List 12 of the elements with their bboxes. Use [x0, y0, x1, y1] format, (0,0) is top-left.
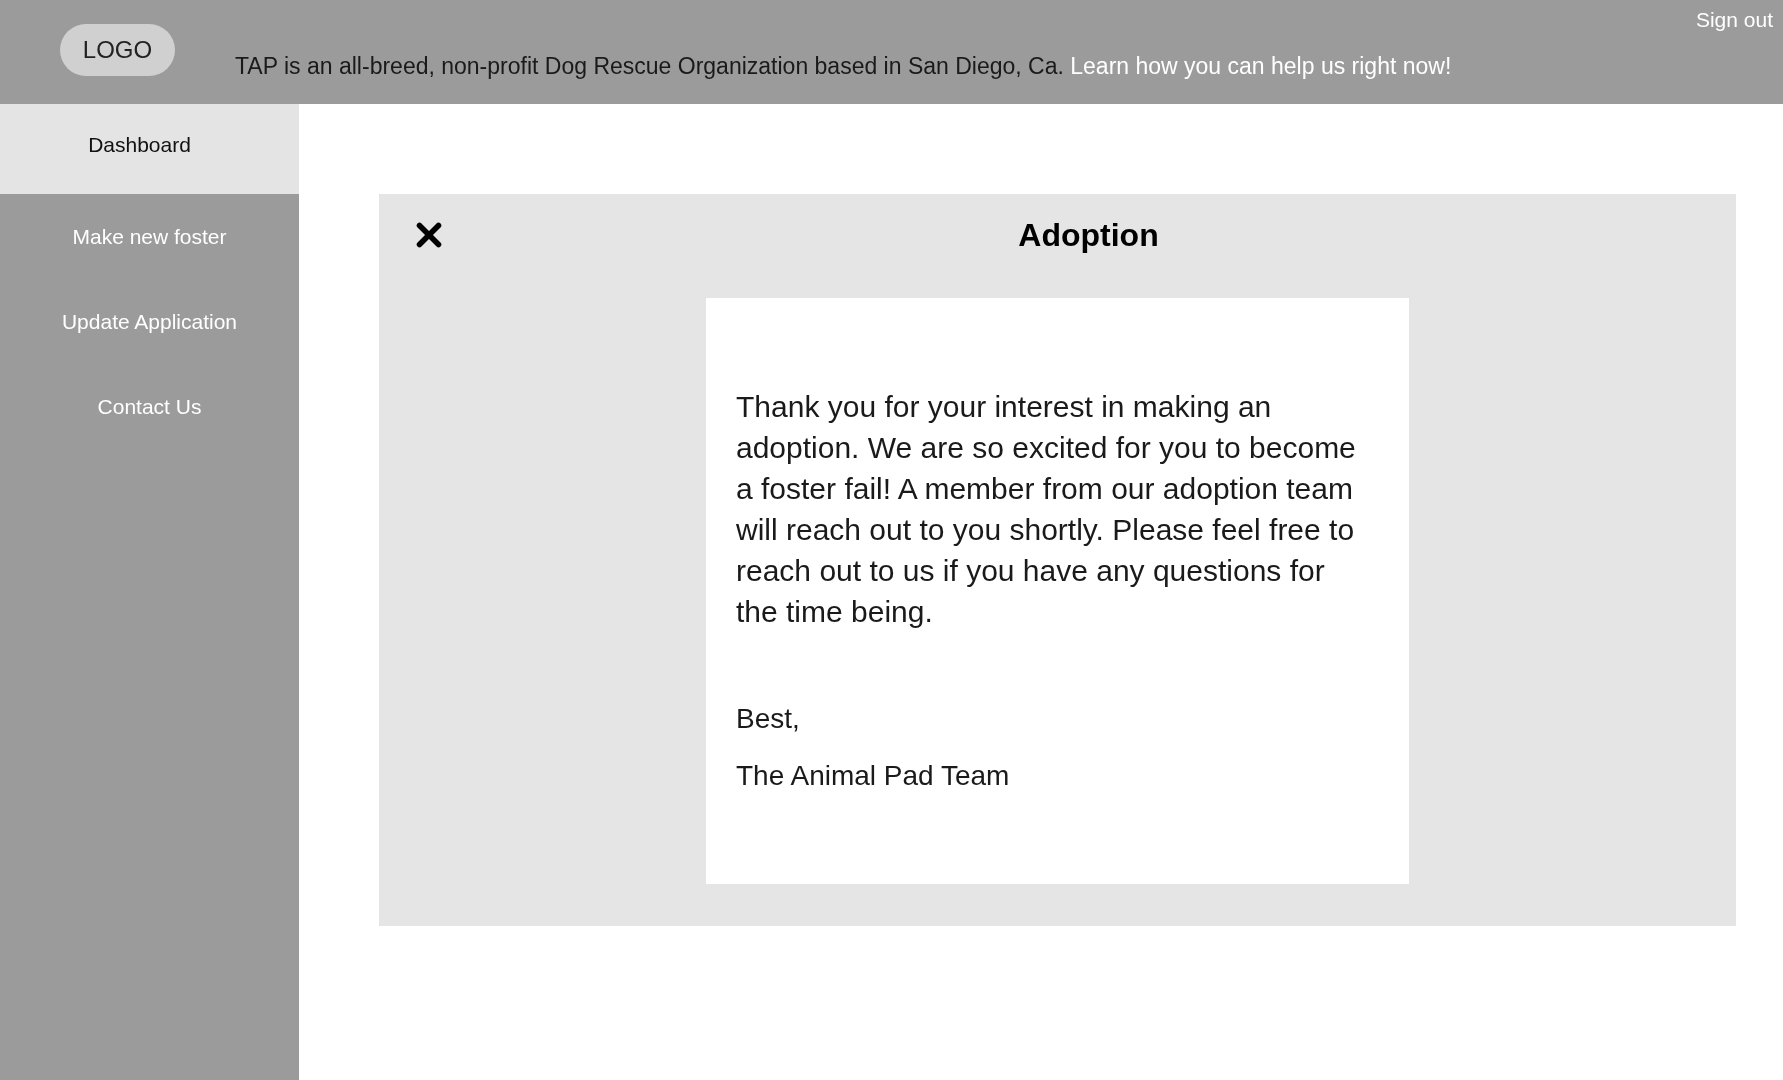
- sidebar-item[interactable]: Update Application: [0, 279, 299, 364]
- tagline: TAP is an all-breed, non-profit Dog Rescue Organization based in San Diego, Ca. Learn how you can help us right now!: [235, 52, 1452, 81]
- signature-text: The Animal Pad Team: [736, 759, 1011, 793]
- logo[interactable]: LOGO: [60, 24, 175, 76]
- sign-out-link[interactable]: Sign out: [1695, 4, 1773, 36]
- closing-text: Best,: [736, 702, 801, 736]
- modal-title: Adoption: [1018, 216, 1159, 255]
- sidebar-item[interactable]: Make new foster: [0, 194, 299, 279]
- sidebar-item[interactable]: Contact Us: [0, 364, 299, 449]
- sidebar-item[interactable]: Dashboard: [0, 104, 299, 194]
- message-text: Thank you for your interest in making an adoption. We are so excited for you to become a foster fail! A member from our adoption team will reach out to you shortly. Please feel free to reach out to us if you have any questions for the time being.: [736, 389, 1357, 630]
- help-link[interactable]: Learn how you can help us right now!: [1070, 53, 1452, 79]
